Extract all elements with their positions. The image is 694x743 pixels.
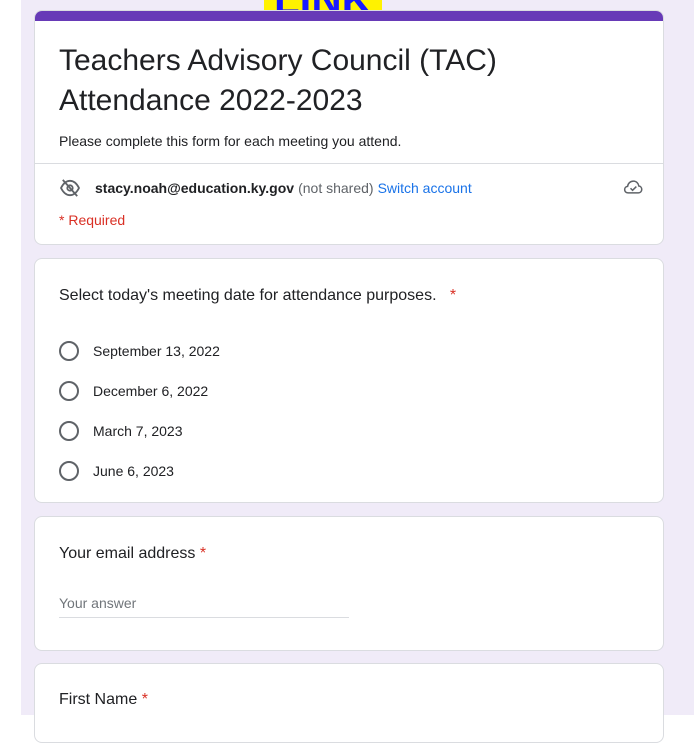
question-title: First Name *	[59, 691, 148, 709]
email-answer-input[interactable]	[59, 595, 349, 618]
account-email: stacy.noah@education.ky.gov	[95, 180, 295, 196]
radio-button[interactable]	[59, 381, 79, 401]
account-row: stacy.noah@education.ky.gov (not shared)…	[59, 178, 643, 198]
option-label: September 13, 2022	[93, 343, 220, 359]
question-title-text: Your email address	[59, 545, 196, 562]
radio-button[interactable]	[59, 421, 79, 441]
account-not-shared: (not shared)	[298, 180, 374, 196]
meeting-date-options: September 13, 2022 December 6, 2022 Marc…	[59, 331, 220, 491]
question-card-email: Your email address *	[34, 516, 664, 651]
question-card-first-name: First Name *	[34, 663, 664, 743]
form-title: Teachers Advisory Council (TAC) Attendan…	[59, 44, 497, 117]
option-march-7-2023[interactable]: March 7, 2023	[59, 411, 220, 451]
question-title-text: Select today's meeting date for attendan…	[59, 287, 437, 304]
required-note: * Required	[59, 212, 126, 228]
question-card-meeting-date: Select today's meeting date for attendan…	[34, 258, 664, 503]
option-september-13-2022[interactable]: September 13, 2022	[59, 331, 220, 371]
switch-account-link[interactable]: Switch account	[378, 180, 472, 196]
option-label: December 6, 2022	[93, 383, 209, 399]
header-accent-bar	[35, 11, 663, 21]
cloud-done-icon[interactable]	[623, 178, 643, 196]
form-header-card: Teachers Advisory Council (TAC) Attendan…	[34, 10, 664, 245]
question-title: Your email address *	[59, 545, 206, 563]
header-divider	[35, 163, 663, 164]
option-label: June 6, 2023	[93, 463, 174, 479]
eye-off-icon	[59, 179, 81, 197]
form-description: Please complete this form for each meeti…	[59, 133, 402, 149]
radio-button[interactable]	[59, 341, 79, 361]
required-star: *	[141, 691, 148, 708]
question-title: Select today's meeting date for attendan…	[59, 287, 456, 305]
radio-button[interactable]	[59, 461, 79, 481]
required-star: *	[199, 545, 207, 562]
option-december-6-2022[interactable]: December 6, 2022	[59, 371, 220, 411]
option-june-6-2023[interactable]: June 6, 2023	[59, 451, 220, 491]
question-title-text: First Name	[59, 691, 138, 708]
required-star: *	[449, 287, 457, 304]
option-label: March 7, 2023	[93, 423, 183, 439]
